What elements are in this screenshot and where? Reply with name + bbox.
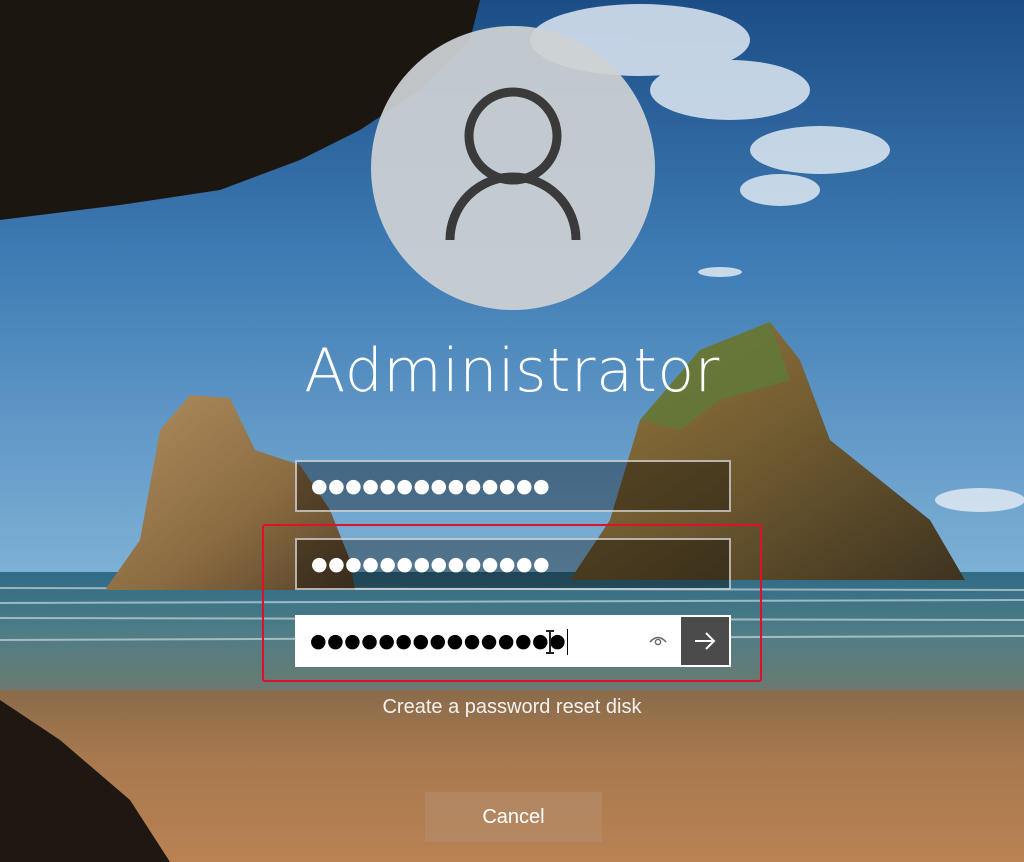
create-password-reset-disk-link[interactable]: Create a password reset disk: [262, 696, 762, 719]
old-password-field[interactable]: ●●●●●●●●●●●●●●: [295, 460, 731, 512]
cancel-button[interactable]: Cancel: [425, 792, 602, 842]
user-icon: [445, 87, 581, 241]
highlight-box: [262, 524, 762, 682]
user-avatar: [371, 26, 655, 310]
account-name: Administrator: [304, 336, 720, 406]
